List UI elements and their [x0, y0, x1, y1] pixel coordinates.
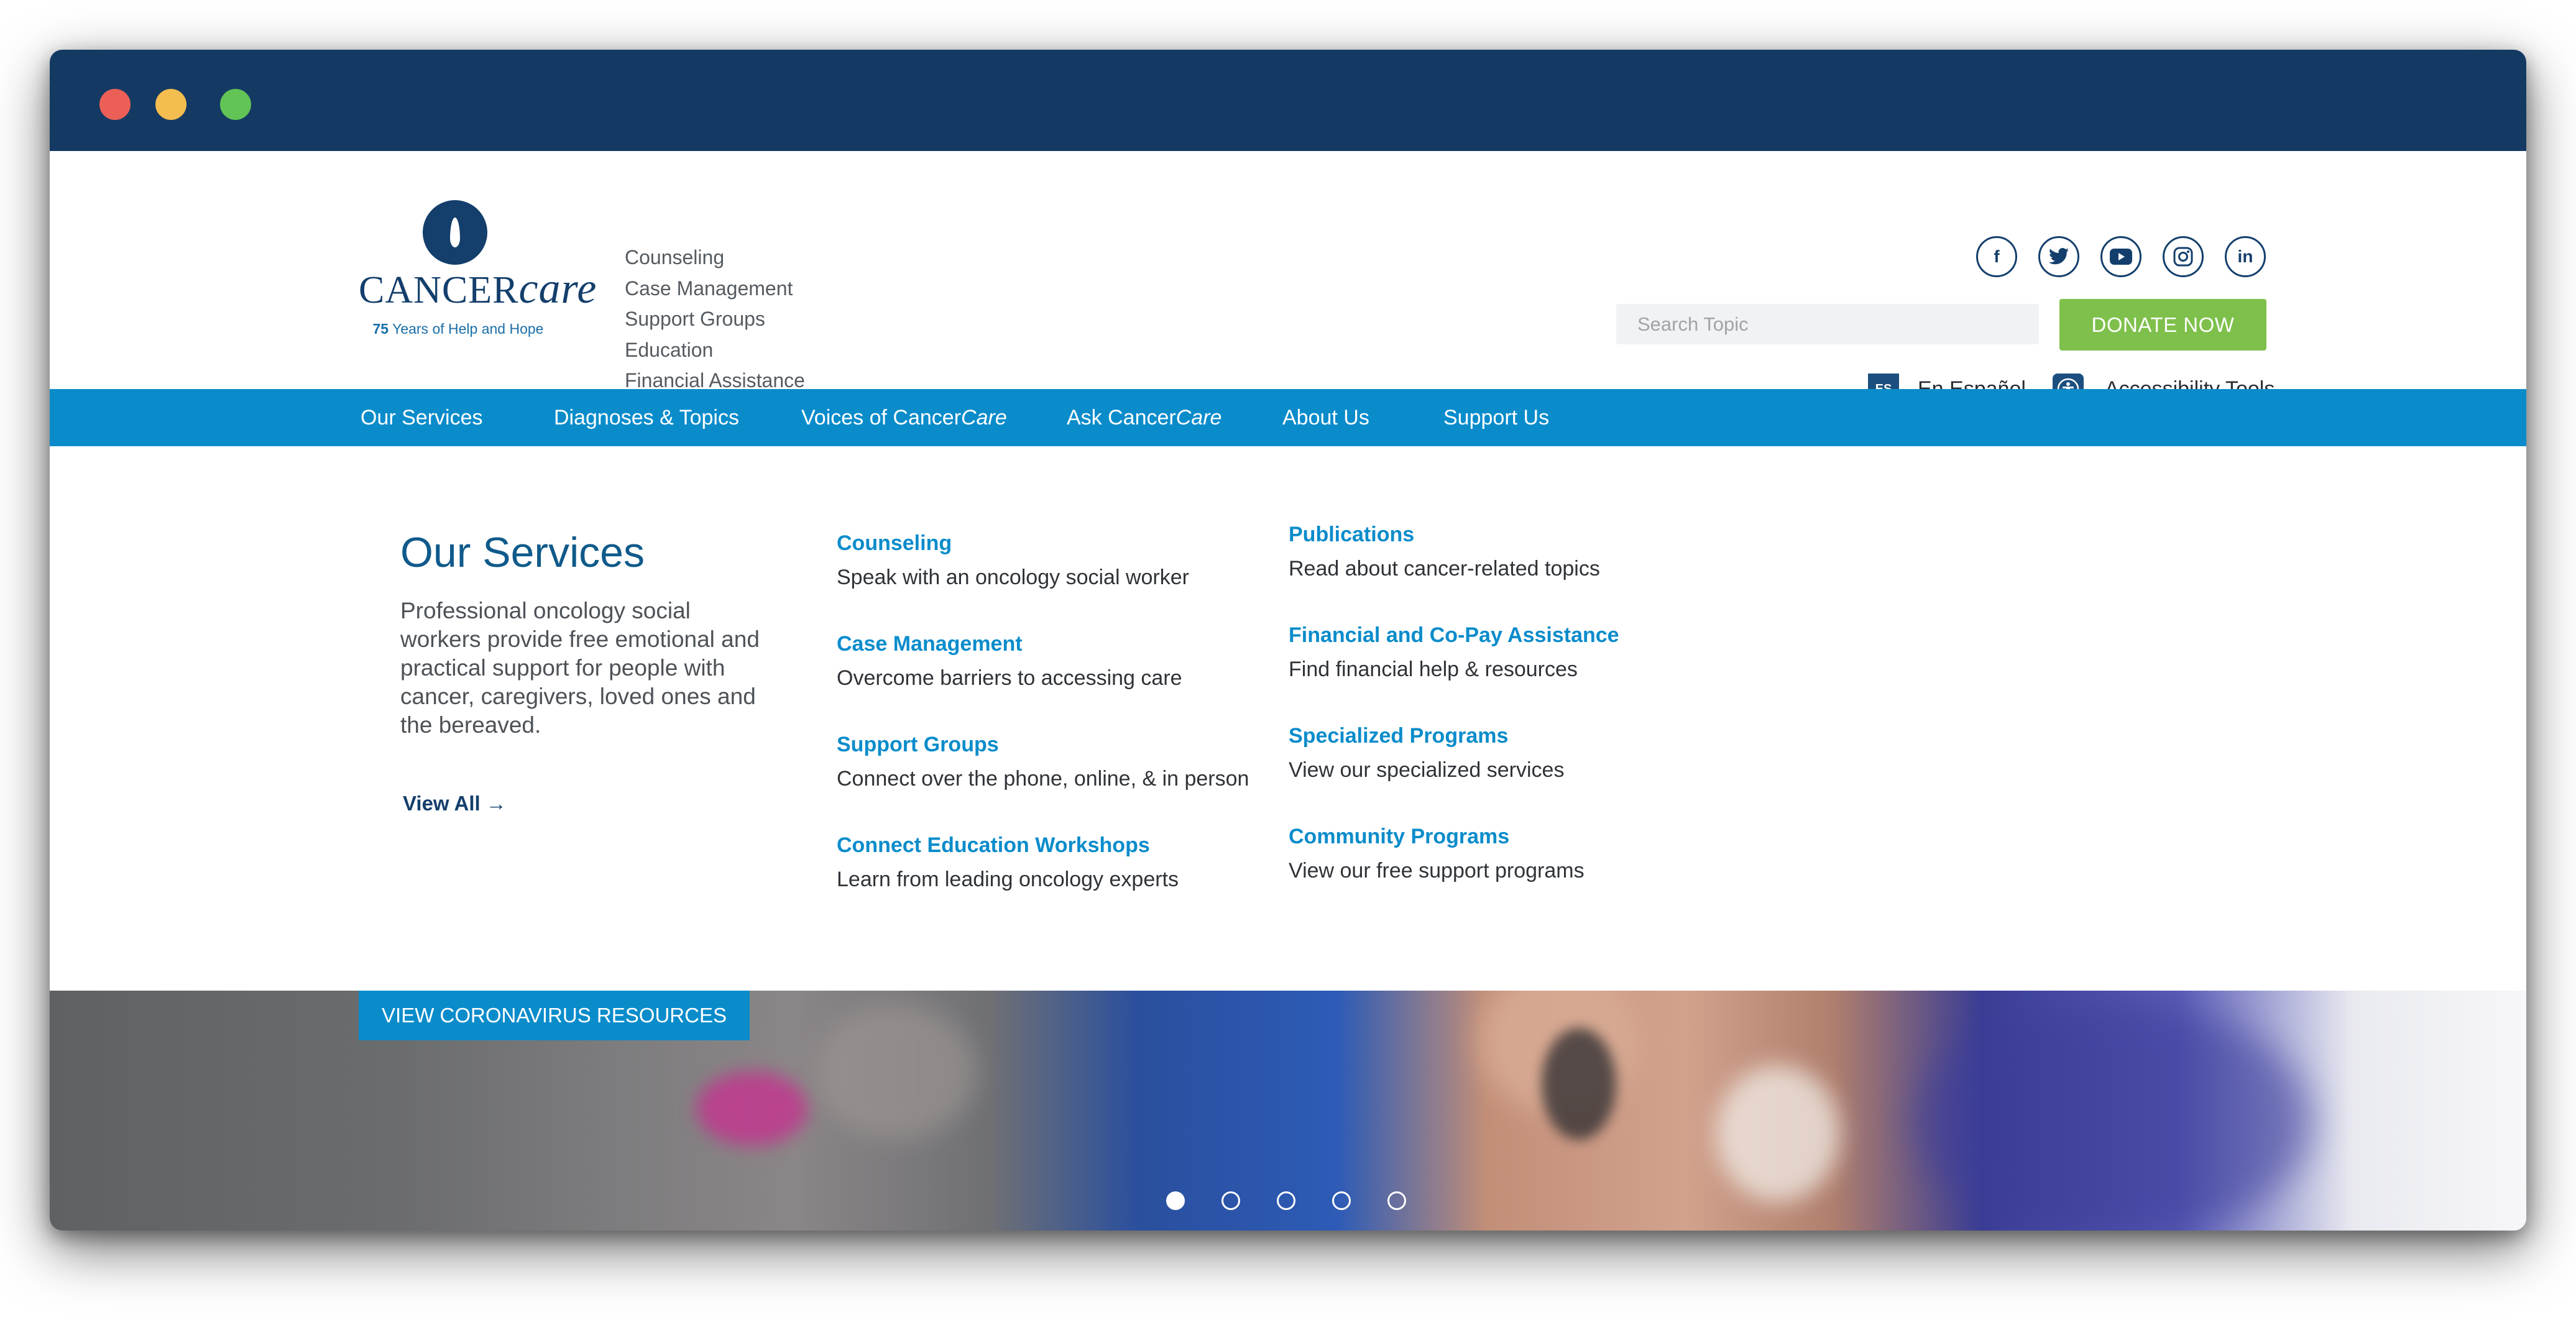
linkedin-icon[interactable]: in	[2225, 236, 2266, 277]
nav-ask-cancercare[interactable]: Ask CancerCare	[1067, 389, 1221, 446]
facebook-icon[interactable]: f	[1976, 236, 2017, 277]
service-item-counseling: Counseling Speak with an oncology social…	[837, 531, 1189, 590]
service-link[interactable]: Specialized Programs	[1289, 724, 1564, 748]
donate-button[interactable]: DONATE NOW	[2059, 299, 2266, 351]
service-item-community-programs: Community Programs View our free support…	[1289, 825, 1585, 883]
quick-link-case-management[interactable]: Case Management	[625, 273, 805, 305]
logo-tagline: 75 Years of Help and Hope	[372, 321, 544, 337]
twitter-icon[interactable]	[2038, 236, 2079, 277]
quick-link-education[interactable]: Education	[625, 335, 805, 366]
service-description: Connect over the phone, online, & in per…	[837, 767, 1249, 791]
service-item-education-workshops: Connect Education Workshops Learn from l…	[837, 833, 1179, 892]
service-description: Overcome barriers to accessing care	[837, 666, 1182, 690]
service-description: Speak with an oncology social worker	[837, 566, 1189, 589]
menu-description: Professional oncology social workers pro…	[400, 598, 760, 738]
service-item-case-management: Case Management Overcome barriers to acc…	[837, 632, 1182, 690]
service-item-support-groups: Support Groups Connect over the phone, o…	[837, 733, 1249, 791]
carousel-dot-3[interactable]	[1277, 1191, 1295, 1210]
service-description: Read about cancer-related topics	[1289, 557, 1600, 580]
carousel-dot-1[interactable]	[1166, 1191, 1185, 1210]
service-link[interactable]: Case Management	[837, 632, 1182, 656]
nav-voices-of-cancercare[interactable]: Voices of CancerCare	[801, 389, 1007, 446]
window-titlebar	[50, 50, 2526, 151]
service-description: Learn from leading oncology experts	[837, 868, 1179, 891]
quick-link-support-groups[interactable]: Support Groups	[625, 304, 805, 335]
service-link[interactable]: Community Programs	[1289, 825, 1585, 849]
maximize-window-button[interactable]	[220, 89, 251, 120]
logo-wordmark[interactable]: CANCERcare	[359, 264, 596, 314]
search-box	[1616, 304, 2039, 344]
service-item-specialized-programs: Specialized Programs View our specialize…	[1289, 724, 1564, 782]
close-window-button[interactable]	[99, 89, 131, 120]
service-description: View our specialized services	[1289, 758, 1565, 782]
search-input[interactable]	[1616, 304, 1998, 344]
service-link[interactable]: Financial and Co-Pay Assistance	[1289, 623, 1619, 648]
nav-support-us[interactable]: Support Us	[1443, 389, 1549, 446]
instagram-icon[interactable]	[2163, 236, 2204, 277]
nav-about-us[interactable]: About Us	[1282, 389, 1369, 446]
service-description: View our free support programs	[1289, 859, 1585, 883]
service-item-financial-assistance: Financial and Co-Pay Assistance Find fin…	[1289, 623, 1619, 682]
youtube-icon[interactable]	[2100, 236, 2141, 277]
carousel-dot-4[interactable]	[1332, 1191, 1351, 1210]
coronavirus-resources-button[interactable]: VIEW CORONAVIRUS RESOURCES	[359, 991, 750, 1040]
quick-links: Counseling Case Management Support Group…	[625, 242, 805, 397]
main-nav: Our Services Diagnoses & Topics Voices o…	[50, 389, 2526, 446]
logo-flame-icon[interactable]	[423, 200, 487, 265]
nav-our-services[interactable]: Our Services	[361, 389, 483, 446]
minimize-window-button[interactable]	[155, 89, 186, 120]
service-link[interactable]: Publications	[1289, 523, 1600, 547]
quick-link-counseling[interactable]: Counseling	[625, 242, 805, 273]
carousel-dot-5[interactable]	[1387, 1191, 1406, 1210]
service-link[interactable]: Counseling	[837, 531, 1189, 556]
service-item-publications: Publications Read about cancer-related t…	[1289, 523, 1600, 581]
service-link[interactable]: Connect Education Workshops	[837, 833, 1179, 858]
browser-window: CANCERcare 75 Years of Help and Hope Cou…	[50, 50, 2526, 1231]
service-link[interactable]: Support Groups	[837, 733, 1249, 757]
view-all-link[interactable]: View All →	[403, 792, 507, 815]
carousel-dot-2[interactable]	[1221, 1191, 1240, 1210]
nav-diagnoses-topics[interactable]: Diagnoses & Topics	[554, 389, 739, 446]
service-description: Find financial help & resources	[1289, 658, 1578, 681]
menu-title: Our Services	[400, 529, 645, 576]
